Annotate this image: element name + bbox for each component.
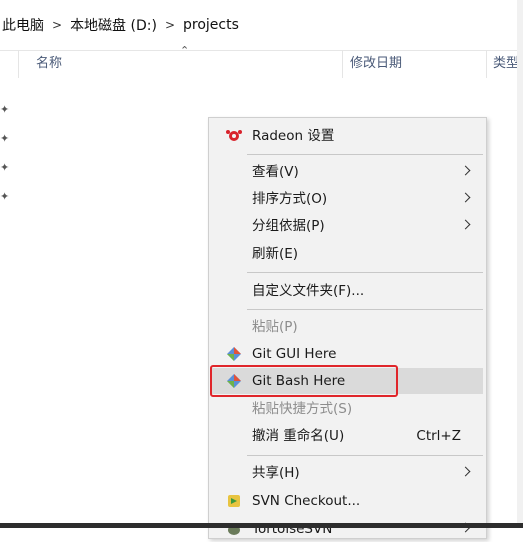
column-divider[interactable] xyxy=(486,50,487,78)
menu-item-sort-by[interactable]: 排序方式(O) xyxy=(211,186,483,212)
menu-item-paste-shortcut[interactable]: 粘贴快捷方式(S) xyxy=(211,396,483,422)
pin-icon[interactable]: ✦ xyxy=(0,103,9,116)
menu-item-paste[interactable]: 粘贴(P) xyxy=(211,314,483,340)
menu-item-shortcut: Ctrl+Z xyxy=(416,428,461,444)
column-type[interactable]: 类型 xyxy=(493,50,519,80)
breadcrumb-local-disk[interactable]: 本地磁盘 (D:) xyxy=(70,15,157,35)
menu-separator xyxy=(247,309,483,310)
menu-item-label: 分组依据(P) xyxy=(252,218,325,234)
menu-item-customize-folder[interactable]: 自定义文件夹(F)... xyxy=(211,278,483,304)
menu-separator xyxy=(247,272,483,273)
column-divider[interactable] xyxy=(342,50,343,78)
chevron-right-icon[interactable]: > xyxy=(52,18,62,32)
radeon-icon xyxy=(226,130,242,141)
pin-icon[interactable]: ✦ xyxy=(0,190,9,203)
chevron-right-icon[interactable]: > xyxy=(165,18,175,32)
address-bar[interactable]: 此电脑 > 本地磁盘 (D:) > projects xyxy=(0,0,523,51)
menu-item-label: 查看(V) xyxy=(252,164,299,180)
menu-item-label: 自定义文件夹(F)... xyxy=(252,283,365,299)
menu-item-share[interactable]: 共享(H) xyxy=(211,460,483,486)
menu-item-label: 粘贴(P) xyxy=(252,319,298,335)
breadcrumb-this-pc[interactable]: 此电脑 xyxy=(2,15,44,35)
column-divider[interactable] xyxy=(18,50,19,78)
menu-item-radeon-settings[interactable]: Radeon 设置 xyxy=(211,123,483,149)
annotation-highlight-box xyxy=(210,365,398,397)
menu-item-label: 共享(H) xyxy=(252,465,300,481)
chevron-right-icon xyxy=(460,219,471,230)
window-edge xyxy=(517,0,523,528)
chevron-right-icon xyxy=(460,192,471,203)
menu-item-tortoise-svn[interactable]: TortoiseSVN xyxy=(211,516,483,542)
menu-item-label: SVN Checkout... xyxy=(252,493,361,509)
menu-item-svn-checkout[interactable]: SVN Checkout... xyxy=(211,488,483,514)
chevron-right-icon xyxy=(460,165,471,176)
menu-item-label: 排序方式(O) xyxy=(252,191,328,207)
pin-icon[interactable]: ✦ xyxy=(0,132,9,145)
menu-item-label: 粘贴快捷方式(S) xyxy=(252,401,353,417)
svn-checkout-icon xyxy=(228,495,240,507)
menu-item-label: Git GUI Here xyxy=(252,346,337,362)
menu-separator xyxy=(247,455,483,456)
menu-item-label: 撤消 重命名(U) xyxy=(252,428,345,444)
context-menu: Radeon 设置 查看(V) 排序方式(O) 分组依据(P) 刷新(E) 自定… xyxy=(208,117,487,539)
menu-separator xyxy=(247,154,483,155)
breadcrumb-projects[interactable]: projects xyxy=(183,17,239,33)
window-bottom-border xyxy=(0,523,523,528)
pin-icon[interactable]: ✦ xyxy=(0,161,9,174)
breadcrumb: 此电脑 > 本地磁盘 (D:) > projects xyxy=(2,15,239,35)
git-gui-icon xyxy=(227,347,241,361)
column-modified[interactable]: 修改日期 xyxy=(350,50,402,80)
menu-item-git-gui-here[interactable]: Git GUI Here xyxy=(211,341,483,367)
chevron-right-icon xyxy=(460,466,471,477)
menu-item-undo-rename[interactable]: 撤消 重命名(U) Ctrl+Z xyxy=(211,423,483,449)
menu-item-label: TortoiseSVN xyxy=(252,521,333,537)
menu-item-label: 刷新(E) xyxy=(252,246,299,262)
column-name[interactable]: 名称 xyxy=(36,50,62,80)
menu-item-refresh[interactable]: 刷新(E) xyxy=(211,241,483,267)
menu-item-group-by[interactable]: 分组依据(P) xyxy=(211,213,483,239)
menu-item-label: Radeon 设置 xyxy=(252,128,335,144)
column-header: ⌃ 名称 修改日期 类型 xyxy=(0,44,523,80)
menu-item-view[interactable]: 查看(V) xyxy=(211,159,483,185)
sort-ascending-icon: ⌃ xyxy=(180,44,190,57)
